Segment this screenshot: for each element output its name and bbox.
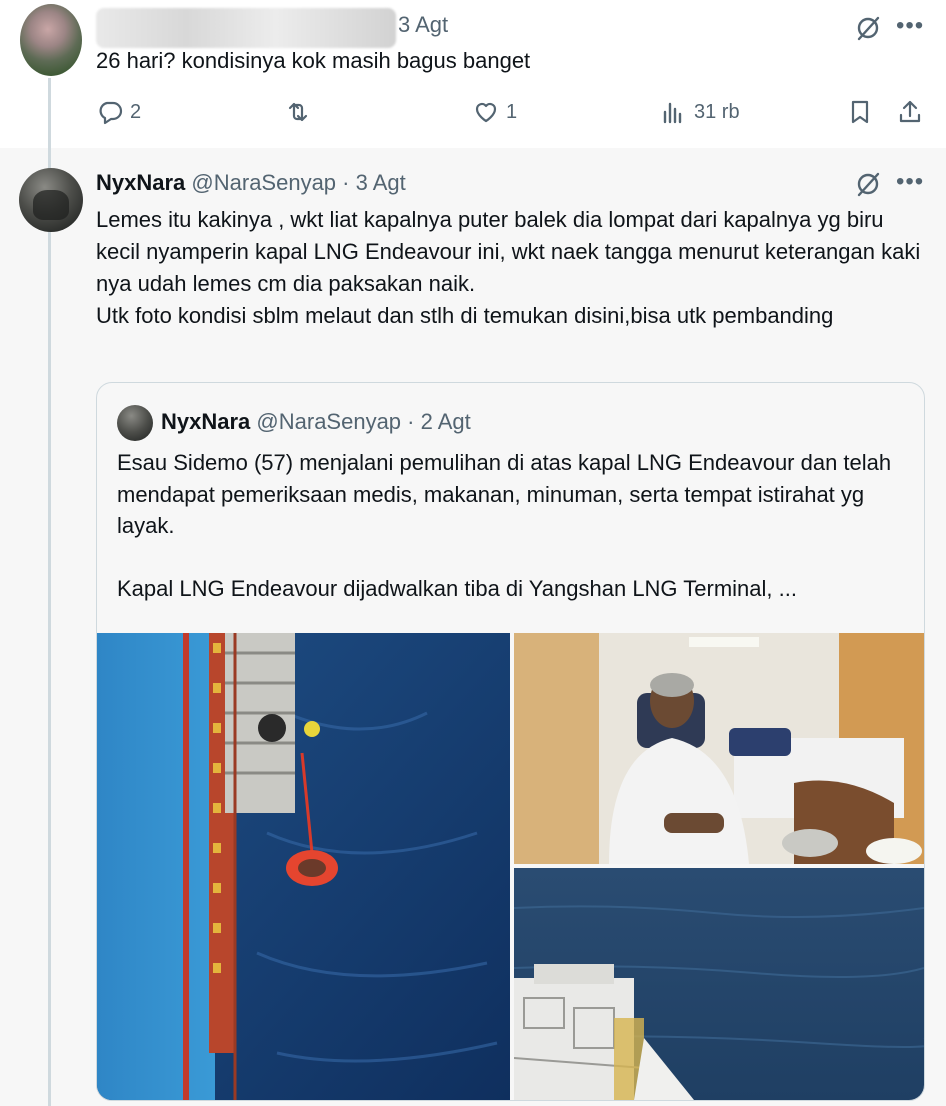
reply-paragraph: Utk foto kondisi sblm melaut dan stlh di… <box>96 303 834 328</box>
quote-date: 2 Agt <box>420 409 471 434</box>
grok-icon[interactable] <box>854 170 882 198</box>
top-post-date[interactable]: 3 Agt <box>398 12 448 38</box>
avatar[interactable] <box>19 168 83 232</box>
reply-author-handle[interactable]: @NaraSenyap <box>191 170 336 195</box>
quote-paragraph: Kapal LNG Endeavour dijadwalkan tiba di … <box>117 576 797 601</box>
grok-icon[interactable] <box>854 14 882 42</box>
quote-author-name: NyxNara <box>161 409 251 434</box>
quoted-tweet[interactable]: NyxNara @NaraSenyap · 2 Agt Esau Sidemo … <box>96 382 925 1101</box>
quote-text: Esau Sidemo (57) menjalani pemulihan di … <box>117 447 907 605</box>
bookmark-icon <box>851 100 869 124</box>
quote-header: NyxNara @NaraSenyap · 2 Agt <box>161 409 471 435</box>
views-count: 31 rb <box>694 100 740 123</box>
retweet-icon <box>288 102 308 122</box>
top-post-text: 26 hari? kondisinya kok masih bagus bang… <box>96 48 531 73</box>
photo-man-in-cabin[interactable] <box>514 633 924 864</box>
separator-dot: · <box>401 409 421 434</box>
reply-button[interactable]: 2 <box>96 98 141 126</box>
reply-paragraph: Lemes itu kakinya , wkt liat kapalnya pu… <box>96 207 921 296</box>
reply-author-name[interactable]: NyxNara <box>96 170 185 195</box>
reply-text: Lemes itu kakinya , wkt liat kapalnya pu… <box>96 204 926 332</box>
views-button[interactable]: 31 rb <box>660 98 740 126</box>
more-icon[interactable]: ••• <box>896 170 924 194</box>
like-count: 1 <box>506 100 518 123</box>
reply-count: 2 <box>130 100 142 123</box>
separator-dot: · <box>336 170 356 195</box>
blurred-avatar[interactable] <box>20 4 82 76</box>
more-icon[interactable]: ••• <box>896 14 924 38</box>
reply-header: NyxNara @NaraSenyap · 3 Agt <box>96 170 406 196</box>
top-post-actions: 2 1 31 rb <box>0 98 946 132</box>
photo-sea-from-deck[interactable] <box>514 868 924 1100</box>
like-button[interactable]: 1 <box>472 98 517 126</box>
reply-icon <box>99 101 123 125</box>
thread-line <box>48 78 51 1106</box>
retweet-button[interactable] <box>284 98 312 126</box>
share-icon <box>899 100 921 123</box>
reply-date[interactable]: 3 Agt <box>356 170 406 195</box>
views-icon <box>663 102 682 124</box>
quote-author-handle: @NaraSenyap <box>256 409 402 434</box>
like-icon <box>475 102 497 123</box>
photo-ship-rescue[interactable] <box>97 633 510 1100</box>
blurred-user-name <box>96 8 396 48</box>
quote-paragraph: Esau Sidemo (57) menjalani pemulihan di … <box>117 450 892 538</box>
share-button[interactable] <box>896 98 924 126</box>
bookmark-button[interactable] <box>846 98 874 126</box>
avatar <box>117 405 153 441</box>
